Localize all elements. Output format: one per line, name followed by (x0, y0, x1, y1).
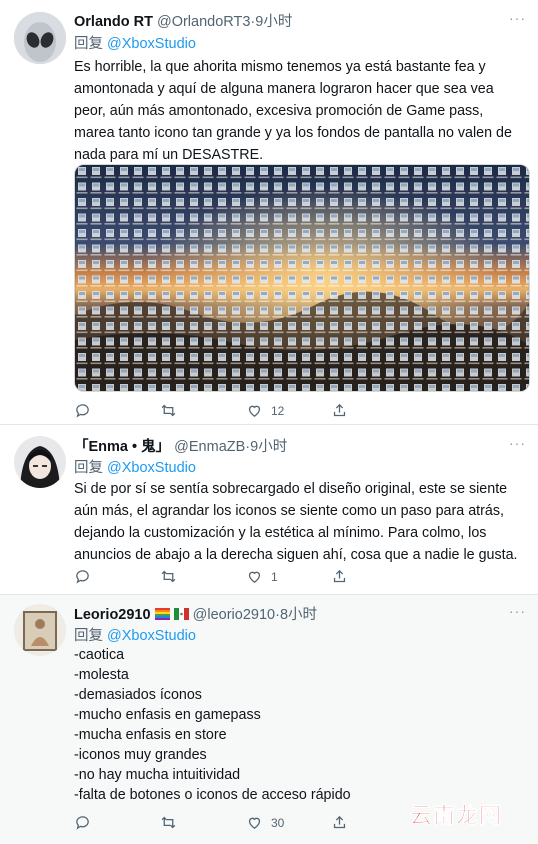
like-button[interactable]: 12 (246, 402, 284, 419)
avatar-orlando[interactable] (14, 12, 66, 64)
reply-button[interactable] (74, 814, 91, 831)
reply-button[interactable] (74, 568, 91, 585)
author-handle[interactable]: @leorio2910 (193, 607, 275, 623)
retweet-button[interactable] (160, 402, 177, 419)
text-line: peor, aún más amontonado, excesiva promo… (74, 103, 484, 119)
text-line: Es horrible, la que ahorita mismo tenemo… (74, 59, 486, 75)
like-count: 12 (271, 403, 285, 418)
more-icon[interactable]: ··· (509, 10, 526, 26)
tweet-2[interactable]: 「Enma • 鬼」 @EnmaZB·9小时 ··· 回复 @XboxStudi… (0, 425, 538, 595)
share-button[interactable] (331, 402, 348, 419)
text-line: Si de por sí se sentía sobrecargado el d… (74, 481, 508, 497)
attached-desktop-image[interactable] (74, 164, 530, 392)
share-icon (333, 403, 346, 417)
text-line: nada para mí un DESASTRE. (74, 147, 264, 163)
reply-prefix: 回复 (74, 36, 103, 52)
reply-prefix: 回复 (74, 628, 103, 644)
tweet-text: Si de por sí se sentía sobrecargado el d… (74, 478, 526, 566)
author-name[interactable]: Leorio2910 (74, 607, 151, 623)
reply-icon (76, 570, 89, 584)
reply-button[interactable] (74, 402, 91, 419)
alien-avatar-icon (14, 12, 66, 64)
share-icon (333, 569, 346, 583)
text-line: -caotica (74, 647, 125, 663)
text-line: -no hay mucha intuitividad (74, 767, 241, 783)
reply-mention[interactable]: @XboxStudio (107, 628, 196, 644)
share-button[interactable] (331, 814, 348, 831)
author-name[interactable]: Orlando RT (74, 14, 153, 30)
retweet-button[interactable] (160, 568, 177, 585)
text-line: dejando la customización y la estética a… (74, 525, 487, 541)
text-line: anuncios de abajo a la derecha siguen ah… (74, 547, 518, 563)
author-handle[interactable]: @OrlandoRT3 (157, 14, 250, 30)
reply-icon (76, 816, 89, 830)
text-line: marea tanto icono tan grande y ya los fo… (74, 125, 512, 141)
avatar-enma[interactable] (14, 436, 66, 488)
retweet-icon (161, 570, 176, 583)
text-line: aún más, el agrandar los iconos se sient… (74, 503, 504, 519)
watermark: 云南龙网 (409, 804, 502, 830)
text-line: amontonada y aquí de alguna manera logra… (74, 81, 494, 97)
author-name[interactable]: 「Enma • 鬼」 (74, 439, 170, 455)
text-line: -molesta (74, 667, 129, 683)
timestamp[interactable]: 9小时 (250, 439, 287, 455)
share-button[interactable] (331, 568, 348, 585)
tweet-1[interactable]: Orlando RT @OrlandoRT3·9小时 ··· 回复 @XboxS… (0, 0, 538, 425)
reply-mention[interactable]: @XboxStudio (107, 460, 196, 476)
desktop-screenshot-graphic (75, 165, 529, 391)
tweet-text: -caotica -molesta -demasiados íconos -mu… (74, 645, 526, 805)
tweet-text: Es horrible, la que ahorita mismo tenemo… (74, 56, 526, 166)
retweet-icon (161, 816, 176, 829)
text-line: -demasiados íconos (74, 687, 202, 703)
like-button[interactable]: 30 (246, 814, 284, 831)
timestamp[interactable]: 9小时 (255, 14, 292, 30)
like-icon (248, 571, 261, 583)
reply-mention[interactable]: @XboxStudio (107, 36, 196, 52)
like-icon (248, 405, 261, 417)
more-icon[interactable]: ··· (509, 603, 526, 619)
share-icon (333, 815, 346, 829)
retweet-button[interactable] (160, 814, 177, 831)
text-line: -iconos muy grandes (74, 747, 207, 763)
avatar-leorio[interactable] (14, 604, 66, 656)
like-icon (248, 817, 261, 829)
like-button[interactable]: 1 (246, 568, 278, 585)
text-line: -mucho enfasis en gamepass (74, 707, 261, 723)
flag-emoji-icons (154, 608, 189, 620)
like-count: 30 (271, 815, 285, 830)
author-handle[interactable]: @EnmaZB (174, 439, 245, 455)
retweet-icon (161, 404, 176, 417)
more-icon[interactable]: ··· (509, 435, 526, 451)
like-count: 1 (271, 569, 278, 584)
text-line: -mucha enfasis en store (74, 727, 227, 743)
photo-avatar-icon (14, 604, 66, 656)
anime-avatar-icon (14, 436, 66, 488)
reply-icon (76, 404, 89, 418)
reply-prefix: 回复 (74, 460, 103, 476)
timestamp[interactable]: 8小时 (280, 607, 317, 623)
